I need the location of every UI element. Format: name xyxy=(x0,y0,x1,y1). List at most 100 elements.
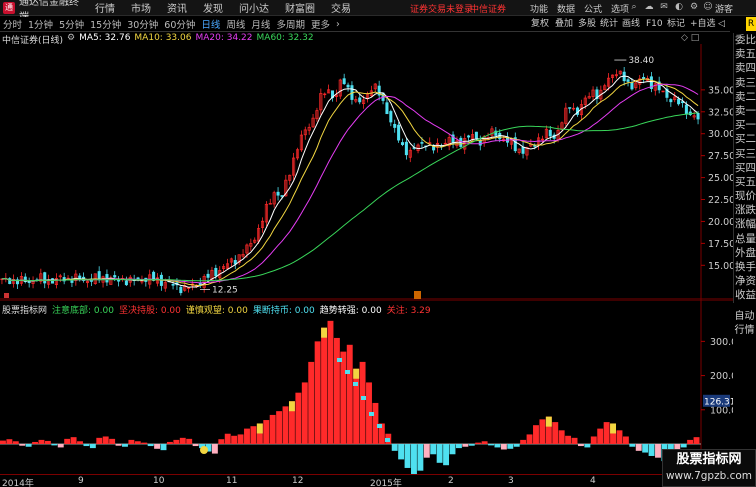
indicator-bar-down xyxy=(488,444,494,446)
cloud-icon[interactable]: ☁ xyxy=(643,2,655,13)
period-5min[interactable]: 5分钟 xyxy=(56,17,87,31)
side-r-tab[interactable]: R xyxy=(746,17,756,31)
date-tick-label: 2015年 xyxy=(370,479,402,487)
side-tab-auto[interactable]: 自动 xyxy=(733,307,756,322)
candle-body xyxy=(342,78,346,85)
tool-biaoji[interactable]: 标记 xyxy=(667,17,685,31)
tool-f10[interactable]: F10 xyxy=(646,17,663,31)
indicator-bar-up xyxy=(622,436,629,444)
candle-body xyxy=(113,275,117,278)
broker-name[interactable]: 中信证券 xyxy=(470,2,506,15)
guest-label[interactable]: 游客 xyxy=(715,2,733,15)
title-bar: 通 通达信金融终端 行情 市场 资讯 发现 问小达 财富圈 交易 证券交易未登录… xyxy=(0,0,756,23)
indicator-bar-up xyxy=(263,420,270,444)
menu-zixun[interactable]: 资讯 xyxy=(167,0,187,15)
period-fenshi[interactable]: 分时 xyxy=(0,17,25,31)
indicator-bar-up xyxy=(481,441,488,444)
menu-gongneng[interactable]: 功能 xyxy=(530,2,548,15)
tool-diejia[interactable]: 叠加 xyxy=(555,17,573,31)
side-tab-market[interactable]: 行情 xyxy=(733,321,756,336)
chevron-right-icon[interactable]: › xyxy=(333,19,343,30)
indicator-bar-down xyxy=(19,444,26,446)
tool-fuquan[interactable]: 复权 xyxy=(531,17,549,31)
orderbook-label: 买二 xyxy=(735,133,756,146)
menu-wenxiaoda[interactable]: 问小达 xyxy=(239,0,269,15)
orderbook-label: 卖二 xyxy=(735,90,756,103)
date-tick-label: 10 xyxy=(153,476,165,486)
sell-signal-step xyxy=(385,438,390,442)
tool-tongji[interactable]: 统计 xyxy=(600,17,618,31)
orderbook-label: 涨跌 xyxy=(735,204,756,217)
period-monthly[interactable]: 月线 xyxy=(248,17,273,31)
menu-xuanxiang[interactable]: 选项 xyxy=(611,2,629,15)
candlestick-chart[interactable]: 15.00 17.50 20.00 22.50 25.00 27.50 30.00 32.50… xyxy=(0,44,733,300)
event-marker-icon xyxy=(4,293,9,298)
indicator-bar-down xyxy=(629,444,636,447)
watermark-url: www.7gpzb.com xyxy=(665,470,753,482)
orderbook-label: 卖三 xyxy=(735,76,756,89)
indicator-bar-up xyxy=(218,439,225,444)
period-daily[interactable]: 日线 xyxy=(198,17,223,31)
indicator-bar-down xyxy=(411,444,417,474)
period-more[interactable]: 更多 xyxy=(308,17,333,31)
indicator-bar-down xyxy=(154,444,161,449)
sell-signal-step xyxy=(377,424,382,428)
indicator-bar-down xyxy=(436,444,443,463)
tool-zixuan[interactable]: +自选 xyxy=(690,17,716,31)
indicator-bar-down xyxy=(655,444,661,458)
menu-caifuquan[interactable]: 财富圈 xyxy=(285,0,315,15)
indicator-bar-up xyxy=(231,435,238,444)
candle-body xyxy=(393,123,397,128)
date-tick-label: 9 xyxy=(78,476,84,486)
indicator-bar-down xyxy=(417,444,424,471)
date-axis: 2014年 9 10 11 12 2015年 2 3 4 xyxy=(0,474,730,487)
period-toolbar: 分时 1分钟 5分钟 15分钟 30分钟 60分钟 日线 周线 月线 多周期 更… xyxy=(0,17,730,32)
menu-faxian[interactable]: 发现 xyxy=(203,0,223,15)
date-tick-label: 3 xyxy=(508,476,514,486)
user-icon[interactable]: ☺ xyxy=(702,2,714,13)
period-30min[interactable]: 30分钟 xyxy=(124,17,161,31)
indicator-bar-up xyxy=(597,428,604,444)
indicator-bar-up xyxy=(244,428,250,444)
period-1min[interactable]: 1分钟 xyxy=(25,17,56,31)
period-60min[interactable]: 60分钟 xyxy=(161,17,198,31)
indicator-bar-up xyxy=(224,433,231,444)
candle-body xyxy=(171,284,175,286)
arrow-left-icon[interactable]: ◁ xyxy=(718,17,725,31)
menu-shuju[interactable]: 数据 xyxy=(557,2,575,15)
indicator-bar-cap xyxy=(610,423,616,434)
search-icon[interactable]: ⌕ xyxy=(628,2,640,13)
candle-body xyxy=(346,84,350,88)
message-icon[interactable]: ✉ xyxy=(658,2,670,13)
menu-hangqing[interactable]: 行情 xyxy=(95,0,115,15)
indicator-bar-down xyxy=(680,444,687,448)
candle-body xyxy=(630,82,634,90)
indicator-bar-down xyxy=(160,444,167,451)
indicator-bar-down xyxy=(211,444,218,454)
orderbook-label: 卖五 xyxy=(735,48,756,61)
ma20-line xyxy=(1,83,699,284)
candle-body xyxy=(521,146,525,154)
period-15min[interactable]: 15分钟 xyxy=(87,17,124,31)
indicator-bar-up xyxy=(687,439,694,444)
orderbook-label: 涨幅 xyxy=(735,218,756,231)
indicator-bar-up xyxy=(6,439,13,444)
chart-window-controls-icon[interactable]: ◇ □ xyxy=(681,33,699,43)
indicator-bar-up xyxy=(353,368,360,444)
indicator-bar-down xyxy=(25,444,32,447)
tool-duogu[interactable]: 多股 xyxy=(578,17,596,31)
indicator-bar-down xyxy=(500,444,507,450)
period-weekly[interactable]: 周线 xyxy=(223,17,248,31)
candle-body xyxy=(548,129,552,137)
login-notice[interactable]: 证券交易未登录 xyxy=(410,2,473,15)
period-multi[interactable]: 多周期 xyxy=(273,17,308,31)
indicator-chart[interactable]: 100.0200.0300.0126.31 xyxy=(0,300,733,474)
theme-icon[interactable]: ◐ xyxy=(673,2,685,13)
tool-huaxian[interactable]: 画线 xyxy=(622,17,640,31)
menu-shichang[interactable]: 市场 xyxy=(131,0,151,15)
menu-jiaoyi[interactable]: 交易 xyxy=(331,0,351,15)
menu-gongshi[interactable]: 公式 xyxy=(584,2,602,15)
orderbook-label: 委比 xyxy=(735,34,756,46)
indicator-bar-down xyxy=(462,444,469,447)
settings-icon[interactable]: ⚙ xyxy=(688,2,700,13)
